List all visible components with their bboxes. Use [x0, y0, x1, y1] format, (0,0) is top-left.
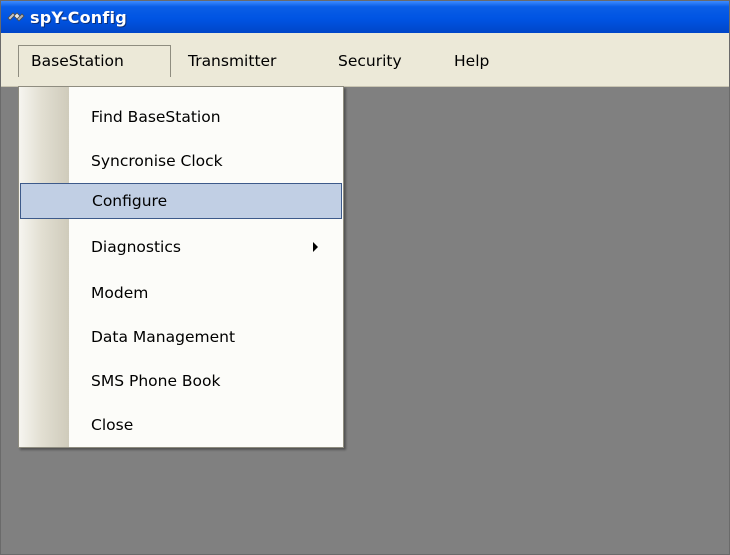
menu-item-label: Data Management [91, 328, 236, 346]
menu-help[interactable]: Help [442, 45, 501, 77]
menu-bar: BaseStation Transmitter Security Help [1, 33, 729, 87]
menu-security[interactable]: Security [326, 45, 414, 77]
menu-item-label: Modem [91, 284, 149, 302]
menu-item-label: Syncronise Clock [91, 152, 223, 170]
menu-item-find-basestation[interactable]: Find BaseStation [19, 99, 343, 135]
menu-item-label: Diagnostics [91, 238, 181, 256]
menu-item-sms-phone-book[interactable]: SMS Phone Book [19, 363, 343, 399]
menu-transmitter[interactable]: Transmitter [176, 45, 288, 77]
menu-item-label: Configure [92, 192, 168, 210]
menu-item-data-management[interactable]: Data Management [19, 319, 343, 355]
menu-item-close[interactable]: Close [19, 407, 343, 443]
menu-item-label: Find BaseStation [91, 108, 221, 126]
menu-item-diagnostics[interactable]: Diagnostics [19, 229, 343, 265]
menu-item-syncronise-clock[interactable]: Syncronise Clock [19, 143, 343, 179]
menu-basestation[interactable]: BaseStation [18, 45, 171, 77]
menu-item-label: Close [91, 416, 134, 434]
spy-satellite-icon [7, 12, 25, 22]
basestation-dropdown-menu: Find BaseStation Syncronise Clock Config… [18, 86, 344, 448]
app-window: spY-Config BaseStation Transmitter Secur… [0, 0, 730, 555]
title-bar[interactable]: spY-Config [1, 1, 729, 33]
chevron-right-icon [313, 242, 318, 252]
menu-item-configure[interactable]: Configure [20, 183, 342, 219]
window-title: spY-Config [30, 7, 127, 27]
menu-item-label: SMS Phone Book [91, 372, 221, 390]
menu-item-modem[interactable]: Modem [19, 275, 343, 311]
